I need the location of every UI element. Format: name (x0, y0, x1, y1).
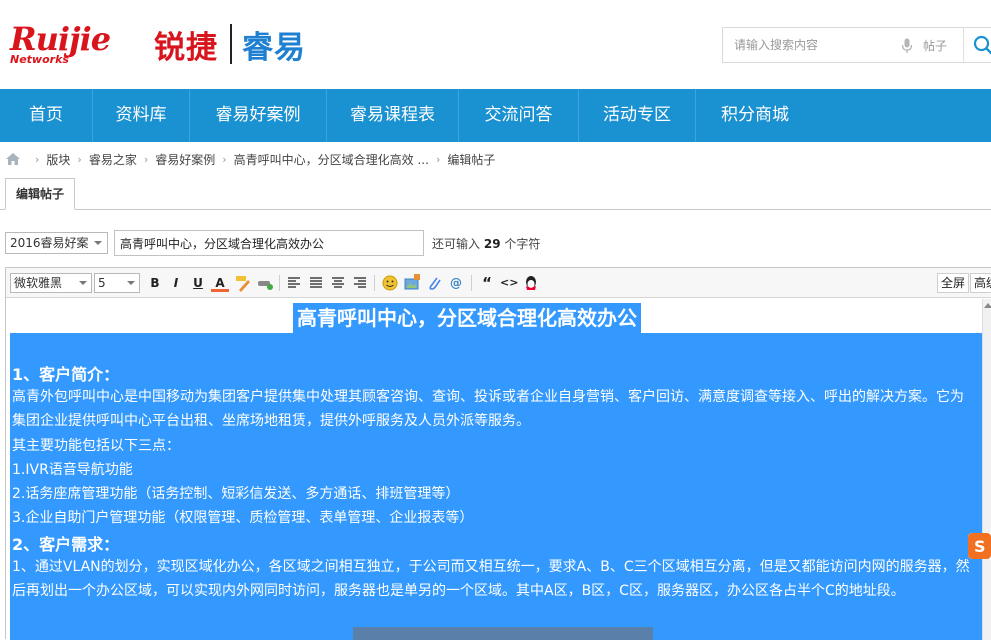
category-select[interactable]: 2016睿易好案 (5, 232, 108, 254)
breadcrumb-item[interactable]: 睿易之家 (89, 151, 137, 168)
emoji-icon[interactable] (381, 274, 399, 292)
logo-product: 睿易 (242, 30, 306, 66)
quote-button[interactable]: “ (478, 274, 496, 292)
chevron-right-icon: › (435, 152, 441, 166)
link-icon[interactable] (256, 274, 274, 292)
breadcrumb-item[interactable]: 睿易好案例 (155, 151, 215, 168)
editor-scrollbar[interactable] (982, 299, 991, 640)
char-tip-suffix: 个字符 (504, 236, 541, 251)
search-divider (963, 28, 964, 62)
content-title: 高青呼叫中心，分区域合理化高效办公 (293, 303, 641, 333)
advanced-mode-button[interactable]: 高级 (970, 273, 991, 293)
align-left-icon[interactable] (285, 274, 303, 292)
chevron-right-icon: › (222, 152, 227, 166)
breadcrumb-item[interactable]: 版块 (46, 151, 70, 168)
editor-toolbar: 微软雅黑 5 B I U A @ “ <> 全屏 高 (6, 268, 991, 298)
underline-button[interactable]: U (189, 274, 207, 292)
chevron-right-icon: › (35, 152, 40, 166)
fullscreen-button[interactable]: 全屏 (937, 273, 970, 293)
toolbar-divider (374, 275, 375, 291)
logo-divider (230, 24, 232, 64)
microphone-icon[interactable] (901, 38, 913, 54)
search-icon[interactable] (973, 35, 991, 55)
content-paragraph: 其主要功能包括以下三点： (12, 438, 180, 454)
content-paragraph: 高青外包呼叫中心是中国移动为集团客户提供集中处理其顾客咨询、查询、投诉或者企业自… (12, 389, 964, 429)
content-list-item: 3.企业自助门户管理功能（权限管理、质检管理、表单管理、企业报表等） (12, 510, 474, 526)
nav-item-cases[interactable]: 睿易好案例 (190, 89, 327, 142)
nav-item-library[interactable]: 资料库 (93, 89, 190, 142)
chevron-right-icon: › (143, 152, 149, 166)
align-right-icon[interactable] (351, 274, 369, 292)
chevron-down-icon (127, 281, 135, 285)
tab-edit-post[interactable]: 编辑帖子 (5, 178, 75, 210)
font-family-select[interactable]: 微软雅黑 (10, 273, 92, 293)
highlight-icon[interactable] (234, 274, 252, 292)
breadcrumb-item[interactable]: 高青呼叫中心，分区域合理化高效 ... (234, 151, 429, 168)
svg-text:S: S (974, 537, 986, 556)
tab-baseline (0, 209, 991, 210)
category-value: 2016睿易好案 (10, 236, 89, 250)
font-family-value: 微软雅黑 (14, 276, 63, 290)
home-icon[interactable] (6, 153, 20, 165)
mention-icon[interactable]: @ (447, 274, 465, 292)
breadcrumb-current: 编辑帖子 (447, 152, 496, 167)
nav-item-events[interactable]: 活动专区 (579, 89, 696, 142)
post-title-input[interactable] (114, 230, 424, 256)
image-icon[interactable] (403, 274, 421, 292)
toolbar-divider (279, 275, 280, 291)
content-list-item: 2.话务座席管理功能（话务控制、短彩信发送、多方通话、排班管理等） (12, 486, 460, 502)
char-tip-count: 29 (483, 236, 501, 251)
attachment-icon[interactable] (425, 274, 443, 292)
rich-text-editor: 微软雅黑 5 B I U A @ “ <> 全屏 高 高青呼叫中心，分区域合理化… (5, 267, 991, 640)
logo-cn: 锐捷 (154, 30, 218, 66)
scroll-up-icon[interactable] (984, 303, 991, 308)
bold-button[interactable]: B (146, 274, 164, 292)
qq-icon[interactable] (522, 274, 540, 292)
logo-networks: Networks (10, 53, 69, 66)
breadcrumb: › 版块 › 睿易之家 › 睿易好案例 › 高青呼叫中心，分区域合理化高效 ..… (6, 151, 495, 167)
content-paragraph: 1、通过VLAN的划分，实现区域化办公，各区域之间相互独立，于公司而又相互统一，… (12, 559, 970, 599)
italic-button[interactable]: I (167, 274, 185, 292)
editor-content[interactable]: 高青呼叫中心，分区域合理化高效办公 1、客户简介： 高青外包呼叫中心是中国移动为… (8, 299, 982, 640)
search-type-label[interactable]: 帖子 (923, 37, 947, 54)
site-header: Ruijie Networks 锐捷 睿易 帖子 (0, 0, 991, 89)
char-count-tip: 还可输入 29 个字符 (432, 235, 540, 252)
code-button[interactable]: <> (500, 274, 518, 292)
chevron-down-icon (79, 281, 87, 285)
font-size-value: 5 (98, 276, 106, 290)
nav-item-home[interactable]: 首页 (0, 89, 93, 142)
font-color-button[interactable]: A (211, 274, 229, 292)
char-tip-prefix: 还可输入 (432, 236, 481, 251)
content-image (353, 627, 653, 640)
content-list-item: 1.IVR语音导航功能 (12, 462, 133, 478)
nav-item-points-mall[interactable]: 积分商城 (696, 89, 814, 142)
nav-item-qa[interactable]: 交流问答 (459, 89, 579, 142)
search-box: 帖子 (722, 27, 991, 63)
align-center-icon[interactable] (329, 274, 347, 292)
post-title-row: 2016睿易好案 还可输入 29 个字符 (5, 230, 540, 256)
site-logo[interactable]: Ruijie Networks 锐捷 睿易 (10, 20, 306, 66)
toolbar-divider (471, 275, 472, 291)
font-size-select[interactable]: 5 (94, 273, 140, 293)
sogou-input-icon[interactable]: S (968, 533, 991, 559)
content-heading-intro: 1、客户简介： (12, 365, 120, 384)
content-heading-requirements: 2、客户需求： (12, 535, 120, 554)
align-justify-icon[interactable] (307, 274, 325, 292)
search-input[interactable] (723, 28, 898, 62)
ruijie-logo: Ruijie Networks (10, 20, 130, 66)
nav-item-courses[interactable]: 睿易课程表 (327, 89, 459, 142)
main-nav: 首页 资料库 睿易好案例 睿易课程表 交流问答 活动专区 积分商城 (0, 89, 991, 142)
chevron-right-icon: › (77, 152, 82, 166)
chevron-down-icon (94, 241, 102, 245)
